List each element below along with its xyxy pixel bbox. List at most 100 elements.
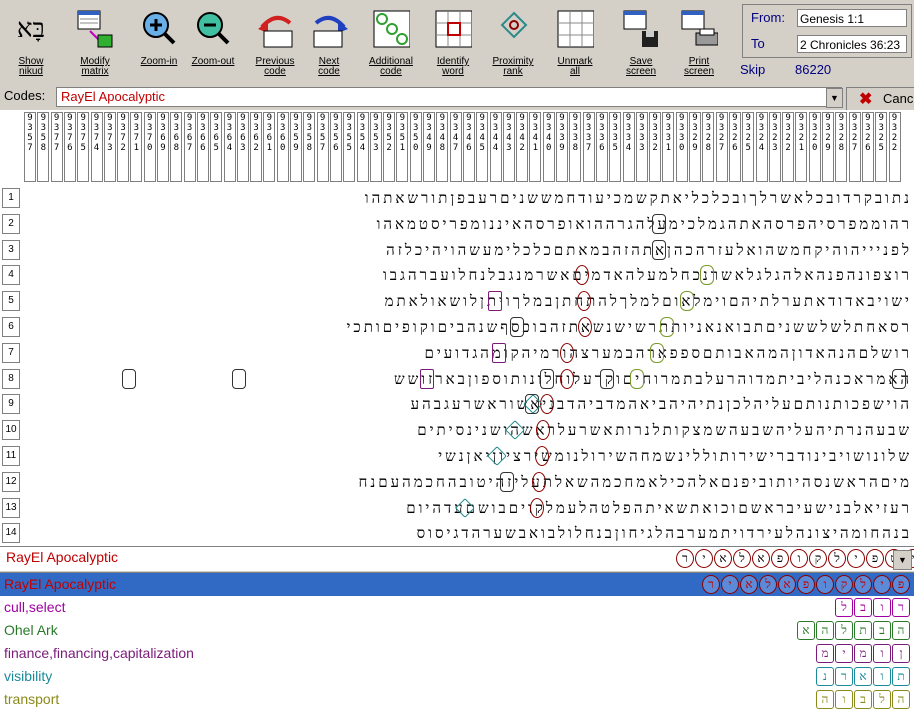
column-number: 9331 [662, 112, 675, 182]
proximity-rank-button[interactable]: Proximity rank [488, 2, 538, 82]
term-label: transport [4, 691, 60, 707]
term-letter: י [835, 644, 853, 663]
row-number: 14 [2, 523, 20, 544]
column-number: 9340 [542, 112, 555, 182]
row-number: 7 [2, 342, 20, 363]
matrix-row[interactable]: בנהחומהיצונהלעירדויתמערבהלגיחוןבנחלולבוא… [22, 522, 912, 544]
matrix-row[interactable]: ישויבאדודאתערלתיהםוימלאוםלמלךלהתחתןבמלךו… [22, 290, 912, 312]
column-number: 9375 [77, 112, 90, 182]
column-number: 9322 [782, 112, 795, 182]
identify-word-button[interactable]: Identify word [428, 2, 478, 82]
term-letter: ל [835, 621, 853, 640]
column-number: 9356 [329, 112, 342, 182]
skip-value: 86220 [795, 62, 832, 77]
codes-dropdown-button[interactable]: ▼ [826, 88, 843, 108]
row-number: 1 [2, 188, 20, 208]
zoom-out-label: Zoom-out [191, 56, 235, 67]
term-letter: ה [892, 690, 910, 709]
column-number: 9329 [822, 112, 834, 182]
term-letter: ה [816, 621, 834, 640]
previous-code-icon [256, 6, 294, 52]
term-bar-label: RayEl Apocalyptic [6, 549, 119, 565]
range-panel: From: Genesis 1:1 To 2 Chronicles 36:23 [742, 4, 912, 58]
column-number: 9345 [476, 112, 489, 182]
column-number: 9344 [489, 112, 502, 182]
matrix-row[interactable]: האמראכנהליביתמדוהרעלבתמרוחיםוקרעלוחלונות… [22, 368, 912, 390]
to-field[interactable]: 2 Chronicles 36:23 [797, 35, 907, 53]
zoom-out-button[interactable]: Zoom-out [188, 2, 238, 82]
unmark-all-button[interactable]: Unmark all [550, 2, 600, 82]
zoom-in-button[interactable]: Zoom-in [134, 2, 184, 82]
show-nikud-label: Show nikud [18, 56, 44, 77]
column-number: 9371 [130, 112, 143, 182]
matrix-row[interactable]: רוצפונהפנהאלהגלגלאשרנכחלמעלהאדמיםאשרמנגב… [22, 264, 912, 286]
term-list-item[interactable]: visibility נ ר א ו ת [0, 665, 914, 688]
column-number: 9332 [649, 112, 662, 182]
cancel-button[interactable]: ✖ Canc [846, 87, 914, 111]
term-letter: ן [892, 644, 910, 663]
save-screen-label: Save screen [625, 56, 656, 77]
matrix-row[interactable]: רהוממפרסיהפרסהאתהגמלכימעלהגרההואופרסהאינ… [22, 213, 912, 235]
highlight-mark [530, 497, 544, 518]
row-number: 11 [2, 446, 20, 466]
column-number: 9354 [356, 112, 369, 182]
term-letter: ק [835, 575, 853, 594]
term-letter: א [714, 549, 732, 568]
term-letter: ו [790, 549, 808, 568]
term-dropdown-button[interactable]: ▼ [893, 550, 912, 570]
matrix-row[interactable]: שבעהנרתיהעליהשבעהשמצקותלנרותאשרעלראשהושנ… [22, 419, 912, 441]
column-number: 9333 [635, 112, 648, 182]
matrix-row[interactable]: לפניייהוהיקחמשהואלעזרהכהןאתהזהבמאתםכלכלי… [22, 239, 912, 261]
term-letter: ל [759, 575, 777, 594]
matrix-row[interactable]: רסאחתלשלששניםתבואנאניותתרשישנשאתזהבוכסףש… [22, 316, 912, 338]
matrix-row[interactable]: שלונושויבינודברישירותוללינשמחהשירולנומשי… [22, 445, 912, 467]
column-number: 9359 [290, 112, 302, 182]
term-letters: אהלתבה [797, 621, 910, 640]
column-number: 9341 [529, 112, 542, 182]
term-list-item[interactable]: transport ה ו ב ל ה [0, 688, 914, 711]
column-number: 9326 [861, 112, 874, 182]
term-list-item[interactable]: Ohel Ark א ה ל ת ב ה [0, 619, 914, 642]
column-number: 9327 [848, 112, 861, 182]
highlight-mark [492, 342, 506, 363]
save-screen-button[interactable]: Save screen [616, 2, 666, 82]
term-letter: ב [854, 690, 872, 709]
term-letter: פ [866, 549, 884, 568]
column-number: 9358 [303, 112, 316, 182]
highlight-mark [488, 291, 502, 312]
from-field[interactable]: Genesis 1:1 [797, 9, 907, 27]
matrix-row[interactable]: מיםהראשנסהיותוביפנםאלהכילאמחכמהשאלתעליזה… [22, 471, 912, 493]
toolbar: בָּא Show nikud Modify matrix Zoom-in Zoom… [0, 0, 914, 85]
term-letter: ו [873, 598, 891, 617]
skip-label: Skip [740, 62, 766, 77]
matrix-row[interactable]: הוישפכותנותםעליהלכןנתיהיהביאהמדביהדבניאש… [22, 393, 912, 415]
modify-matrix-button[interactable]: Modify matrix [70, 2, 120, 82]
column-number: 9370 [143, 112, 156, 182]
next-code-button[interactable]: Next code [304, 2, 354, 82]
term-bar-letters: ריאלאפוקליפטי [676, 549, 914, 568]
term-list-item[interactable]: RayEl Apocalyptic ר י א ל א פ ו ק ל י פ [0, 573, 914, 596]
highlight-mark [122, 368, 136, 389]
previous-code-button[interactable]: Previous code [250, 2, 300, 82]
column-number: 9329 [689, 112, 701, 182]
highlight-mark [660, 317, 674, 337]
matrix-row[interactable]: רושלםהנהאדוןהמהאבותםספפארהבמערצהורמיהקומ… [22, 342, 912, 364]
codes-select[interactable]: RayEl Apocalyptic [56, 87, 842, 107]
additional-code-icon [372, 6, 410, 52]
column-number: 9349 [423, 112, 435, 182]
highlight-mark [500, 471, 514, 492]
matrix-row[interactable]: נתובקרדובכלאשרלךובכלכליאתקשמכיעודחמששנים… [22, 187, 912, 209]
column-number: 9358 [37, 112, 50, 182]
print-screen-button[interactable]: Print screen [674, 2, 724, 82]
show-nikud-button[interactable]: בָּא Show nikud [6, 2, 56, 82]
highlight-mark [532, 471, 546, 492]
term-letter: ו [816, 575, 834, 594]
modify-matrix-label: Modify matrix [80, 56, 110, 77]
term-list-item[interactable]: finance,financing,capitalization מ י מ ו ן [0, 642, 914, 665]
term-letter: א [740, 575, 758, 594]
highlight-mark [420, 368, 434, 389]
term-list-item[interactable]: cull,select ל ב ו ר [0, 596, 914, 619]
additional-code-button[interactable]: Additional code [366, 2, 416, 82]
term-label: cull,select [4, 599, 66, 615]
letter-matrix[interactable]: 1 נתובקרדובכלאשרלךובכלכליאתקשמכיעודחמששני… [0, 184, 914, 546]
